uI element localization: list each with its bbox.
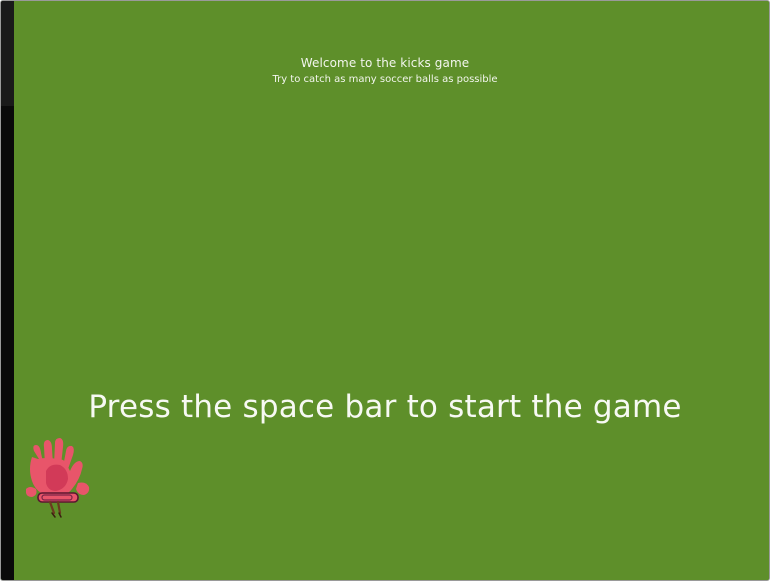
window-left-edge-top — [1, 1, 14, 106]
welcome-subtitle: Try to catch as many soccer balls as pos… — [272, 74, 498, 85]
goalkeeper-glove-icon[interactable] — [24, 437, 96, 519]
game-window: Welcome to the kicks game Try to catch a… — [0, 0, 770, 581]
welcome-title: Welcome to the kicks game — [300, 56, 470, 70]
start-prompt: Press the space bar to start the game — [88, 389, 682, 425]
game-canvas[interactable]: Welcome to the kicks game Try to catch a… — [14, 1, 769, 580]
